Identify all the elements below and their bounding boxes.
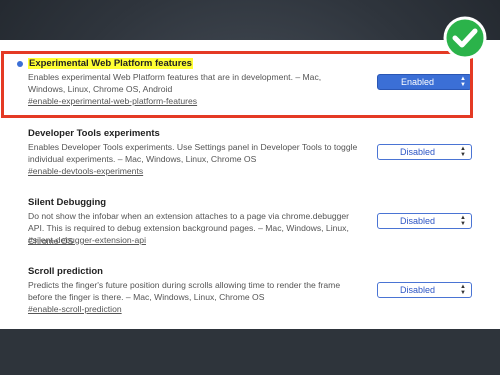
flag-anchor-link[interactable]: #enable-scroll-prediction [28, 304, 122, 314]
flag-state-select[interactable]: Disabled ▲ ▼ [377, 282, 472, 298]
up-down-arrows-icon: ▲ ▼ [460, 215, 466, 227]
flag-anchor-link[interactable]: #enable-devtools-experiments [28, 166, 143, 176]
up-down-arrows-icon: ▲ ▼ [460, 284, 466, 296]
background-strip [0, 329, 500, 375]
flag-title: Scroll prediction [28, 266, 103, 277]
select-value: Disabled [399, 285, 436, 295]
up-down-arrows-icon: ▲ ▼ [460, 146, 466, 158]
flag-state-select[interactable]: Disabled ▲ ▼ [377, 213, 472, 229]
flag-anchor-link[interactable]: #silent-debugger-extension-api [28, 235, 146, 245]
annotation-highlight-box [1, 51, 473, 118]
flag-description: Predicts the finger's future position du… [28, 280, 341, 303]
checkmark-icon [443, 16, 487, 60]
flag-title: Developer Tools experiments [28, 128, 160, 139]
select-value: Disabled [399, 216, 436, 226]
flag-title: Silent Debugging [28, 197, 107, 208]
flag-state-select[interactable]: Disabled ▲ ▼ [377, 144, 472, 160]
select-value: Disabled [399, 147, 436, 157]
flag-description: Enables Developer Tools experiments. Use… [28, 142, 358, 165]
